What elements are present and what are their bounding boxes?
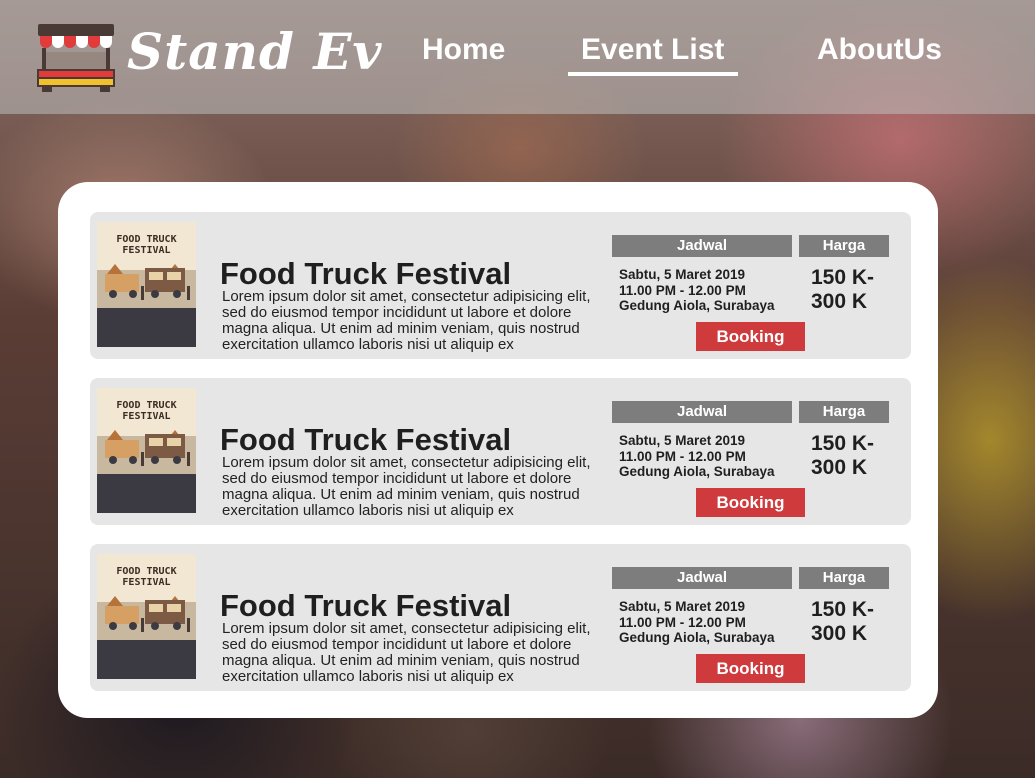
poster-footer bbox=[97, 474, 196, 513]
event-date: Sabtu, 5 Maret 2019 bbox=[619, 267, 746, 282]
price-high: 300 K bbox=[811, 456, 868, 479]
food-truck-illustration bbox=[97, 430, 196, 474]
event-card: FOOD TRUCK FESTIVAL Food Truck Festival … bbox=[90, 544, 911, 691]
nav-event-list[interactable]: Event List bbox=[581, 33, 724, 67]
event-card: FOOD TRUCK FESTIVAL Food Truck Festival … bbox=[90, 378, 911, 525]
nav-about-us[interactable]: AboutUs bbox=[817, 33, 942, 67]
schedule-header: Jadwal bbox=[612, 401, 792, 423]
price-high: 300 K bbox=[811, 290, 868, 313]
event-title[interactable]: Food Truck Festival bbox=[220, 422, 511, 458]
event-date: Sabtu, 5 Maret 2019 bbox=[619, 599, 746, 614]
event-poster[interactable]: FOOD TRUCK FESTIVAL bbox=[97, 222, 196, 347]
event-venue: Gedung Aiola, Surabaya bbox=[619, 630, 775, 645]
booking-button[interactable]: Booking bbox=[696, 322, 805, 351]
schedule-info: Sabtu, 5 Maret 2019 11.00 PM - 12.00 PM … bbox=[619, 599, 799, 646]
schedule-info: Sabtu, 5 Maret 2019 11.00 PM - 12.00 PM … bbox=[619, 433, 799, 480]
market-stall-icon[interactable] bbox=[36, 22, 116, 98]
price-header: Harga bbox=[799, 567, 889, 589]
event-time: 11.00 PM - 12.00 PM bbox=[619, 282, 746, 298]
food-truck-illustration bbox=[97, 596, 196, 640]
event-description: Lorem ipsum dolor sit amet, consectetur … bbox=[222, 620, 591, 685]
event-title[interactable]: Food Truck Festival bbox=[220, 256, 511, 292]
schedule-header: Jadwal bbox=[612, 567, 792, 589]
event-title[interactable]: Food Truck Festival bbox=[220, 588, 511, 624]
schedule-header: Jadwal bbox=[612, 235, 792, 257]
price-info: 150 K- 300 K bbox=[811, 598, 891, 646]
event-description: Lorem ipsum dolor sit amet, consectetur … bbox=[222, 454, 591, 519]
event-poster[interactable]: FOOD TRUCK FESTIVAL bbox=[97, 388, 196, 513]
price-high: 300 K bbox=[811, 622, 868, 645]
price-info: 150 K- 300 K bbox=[811, 266, 891, 314]
active-nav-indicator bbox=[568, 72, 738, 76]
schedule-info: Sabtu, 5 Maret 2019 11.00 PM - 12.00 PM … bbox=[619, 267, 799, 314]
event-date: Sabtu, 5 Maret 2019 bbox=[619, 433, 746, 448]
poster-footer bbox=[97, 308, 196, 347]
price-info: 150 K- 300 K bbox=[811, 432, 891, 480]
poster-title: FOOD TRUCK FESTIVAL bbox=[116, 400, 177, 422]
poster-title: FOOD TRUCK FESTIVAL bbox=[116, 234, 177, 256]
booking-button[interactable]: Booking bbox=[696, 654, 805, 683]
price-low: 150 K- bbox=[811, 598, 875, 621]
event-venue: Gedung Aiola, Surabaya bbox=[619, 298, 775, 313]
price-header: Harga bbox=[799, 401, 889, 423]
event-time: 11.00 PM - 12.00 PM bbox=[619, 614, 746, 630]
nav-home[interactable]: Home bbox=[422, 33, 505, 67]
price-low: 150 K- bbox=[811, 432, 875, 455]
food-truck-illustration bbox=[97, 264, 196, 308]
price-low: 150 K- bbox=[811, 266, 875, 289]
top-navbar: Stand Ev Home Event List AboutUs bbox=[0, 0, 1035, 114]
price-header: Harga bbox=[799, 235, 889, 257]
event-card: FOOD TRUCK FESTIVAL Food Truck Festival … bbox=[90, 212, 911, 359]
event-venue: Gedung Aiola, Surabaya bbox=[619, 464, 775, 479]
booking-button[interactable]: Booking bbox=[696, 488, 805, 517]
event-description: Lorem ipsum dolor sit amet, consectetur … bbox=[222, 288, 591, 353]
brand-name[interactable]: Stand Ev bbox=[127, 22, 383, 81]
event-poster[interactable]: FOOD TRUCK FESTIVAL bbox=[97, 554, 196, 679]
event-time: 11.00 PM - 12.00 PM bbox=[619, 448, 746, 464]
poster-title: FOOD TRUCK FESTIVAL bbox=[116, 566, 177, 588]
poster-footer bbox=[97, 640, 196, 679]
